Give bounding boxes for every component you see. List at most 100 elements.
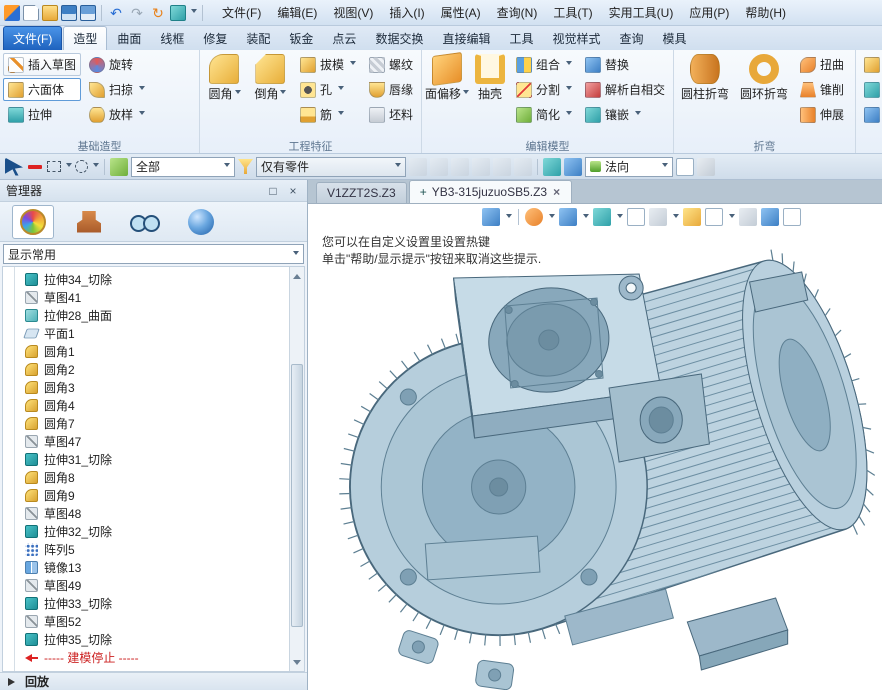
tab-tools[interactable]: 工具 (500, 27, 542, 50)
scope-filter-combo[interactable]: 全部 (131, 157, 235, 177)
loft-button[interactable]: 放样 (84, 103, 150, 126)
track-icon[interactable] (564, 158, 582, 176)
dropdown-arrow-icon[interactable] (93, 163, 99, 170)
wireframe-icon[interactable] (627, 208, 645, 226)
fullscreen-icon[interactable] (761, 208, 779, 226)
filter-edge-icon[interactable] (451, 158, 469, 176)
taper-button[interactable]: 锥削 (795, 78, 849, 101)
filter-curve-icon[interactable] (472, 158, 490, 176)
stock-button[interactable]: 坯料 (364, 103, 418, 126)
tree-filter-combo[interactable]: 显示常用 (3, 244, 304, 264)
entity-filter-icon[interactable] (238, 159, 253, 174)
scroll-up-icon[interactable] (290, 267, 304, 281)
color-filter-icon[interactable] (110, 158, 128, 176)
dropdown-arrow-icon[interactable] (617, 214, 623, 221)
filter-shape-icon[interactable] (409, 158, 427, 176)
tree-item[interactable]: 草图41 (3, 288, 289, 306)
tab-mold[interactable]: 模具 (654, 27, 696, 50)
grid-toggle-icon[interactable] (697, 158, 715, 176)
tab-pointcloud[interactable]: 点云 (323, 27, 365, 50)
ortho-toggle-icon[interactable] (676, 158, 694, 176)
inlay-button[interactable]: 镶嵌 (580, 103, 670, 126)
menu-insert[interactable]: 插入(I) (381, 0, 432, 25)
extrude-button[interactable]: 拉伸 (3, 103, 81, 126)
tree-item[interactable]: 拉伸34_切除 (3, 270, 289, 288)
wrap-button[interactable]: 缠绕 (859, 78, 882, 101)
divide-button[interactable]: 分割 (511, 78, 577, 101)
more-tools-icon[interactable] (783, 208, 801, 226)
pick-circle-icon[interactable] (75, 160, 88, 173)
settings-icon[interactable] (170, 5, 186, 21)
tree-item[interactable]: 圆角4 (3, 396, 289, 414)
menu-file[interactable]: 文件(F) (214, 0, 269, 25)
select-arrow-icon[interactable] (5, 158, 23, 176)
document-tab[interactable]: V1ZZT2S.Z3 (316, 182, 407, 203)
tree-item[interactable]: 平面1 (3, 324, 289, 342)
tree-item[interactable]: 镜像13 (3, 558, 289, 576)
scrollbar-thumb[interactable] (291, 364, 303, 627)
tree-item[interactable]: 拉伸32_切除 (3, 522, 289, 540)
tab-assembly[interactable]: 装配 (237, 27, 279, 50)
tree-item[interactable]: 草图49 (3, 576, 289, 594)
tree-item[interactable]: 拉伸28_曲面 (3, 306, 289, 324)
tab-data-exchange[interactable]: 数据交换 (366, 27, 432, 50)
tab-inquire[interactable]: 查询 (611, 27, 653, 50)
dropdown-arrow-icon[interactable] (673, 214, 679, 221)
tab-constraint-manager[interactable] (68, 205, 110, 239)
dropdown-arrow-icon[interactable] (729, 214, 735, 221)
menu-attributes[interactable]: 属性(A) (433, 0, 489, 25)
menu-utilities[interactable]: 实用工具(U) (601, 0, 682, 25)
save-all-icon[interactable] (80, 5, 96, 21)
regen-icon[interactable]: ↻ (149, 5, 167, 21)
tree-item[interactable]: 圆角3 (3, 378, 289, 396)
tree-item[interactable]: 草图48 (3, 504, 289, 522)
tree-item[interactable]: 圆角2 (3, 360, 289, 378)
motor-housing-model[interactable] (308, 204, 882, 690)
resolve-selfintersection-button[interactable]: 解析自相交 (580, 78, 670, 101)
dropdown-arrow-icon[interactable] (66, 163, 72, 170)
tree-item[interactable]: 拉伸31_切除 (3, 450, 289, 468)
menu-inquire[interactable]: 查询(N) (489, 0, 546, 25)
scroll-down-icon[interactable] (290, 657, 304, 671)
deselect-icon[interactable] (28, 165, 42, 169)
tree-item[interactable]: 草图52 (3, 612, 289, 630)
tree-item[interactable]: 拉伸33_切除 (3, 594, 289, 612)
face-offset-button[interactable]: 面偏移 (425, 53, 469, 103)
wrap-face-button[interactable]: 缠绕 (859, 103, 882, 126)
tab-sheetmetal[interactable]: 钣金 (280, 27, 322, 50)
undo-icon[interactable]: ↶ (107, 5, 125, 21)
torus-bend-button[interactable]: 圆环折弯 (736, 53, 792, 103)
tree-item[interactable]: 圆角7 (3, 414, 289, 432)
tree-item[interactable]: 圆角9 (3, 486, 289, 504)
grid-icon[interactable] (739, 208, 757, 226)
fillet-button[interactable]: 圆角 (203, 53, 246, 103)
tab-view-manager[interactable] (180, 205, 222, 239)
save-icon[interactable] (61, 5, 77, 21)
tab-close-icon[interactable]: × (552, 185, 561, 199)
view-orientation-icon[interactable] (559, 208, 577, 226)
open-file-icon[interactable] (42, 5, 58, 21)
new-file-icon[interactable] (23, 5, 39, 21)
dropdown-arrow-icon[interactable] (506, 214, 512, 221)
simplify-button[interactable]: 简化 (511, 103, 577, 126)
tree-item[interactable]: 草图47 (3, 432, 289, 450)
tab-file[interactable]: 文件(F) (3, 26, 62, 50)
sweep-button[interactable]: 扫掠 (84, 78, 150, 101)
lip-button[interactable]: 唇缘 (364, 78, 418, 101)
draft-button[interactable]: 拔模 (295, 53, 361, 76)
twist-button[interactable]: 扭曲 (795, 53, 849, 76)
menu-applications[interactable]: 应用(P) (681, 0, 737, 25)
stretch-button[interactable]: 伸展 (795, 103, 849, 126)
tree-scrollbar[interactable] (289, 267, 304, 671)
tab-surface[interactable]: 曲面 (108, 27, 150, 50)
box-button[interactable]: 六面体 (3, 78, 81, 101)
tab-direct-edit[interactable]: 直接编辑 (433, 27, 499, 50)
filter-face-icon[interactable] (430, 158, 448, 176)
wrap-curve-button[interactable]: 由曲 (859, 53, 882, 76)
playback-bar[interactable]: 回放 (0, 672, 307, 690)
snap-icon[interactable] (543, 158, 561, 176)
scrollbar-track[interactable] (290, 281, 304, 657)
tree-item[interactable]: 圆角1 (3, 342, 289, 360)
hole-button[interactable]: 孔 (295, 78, 361, 101)
dropdown-arrow-icon[interactable] (549, 214, 555, 221)
